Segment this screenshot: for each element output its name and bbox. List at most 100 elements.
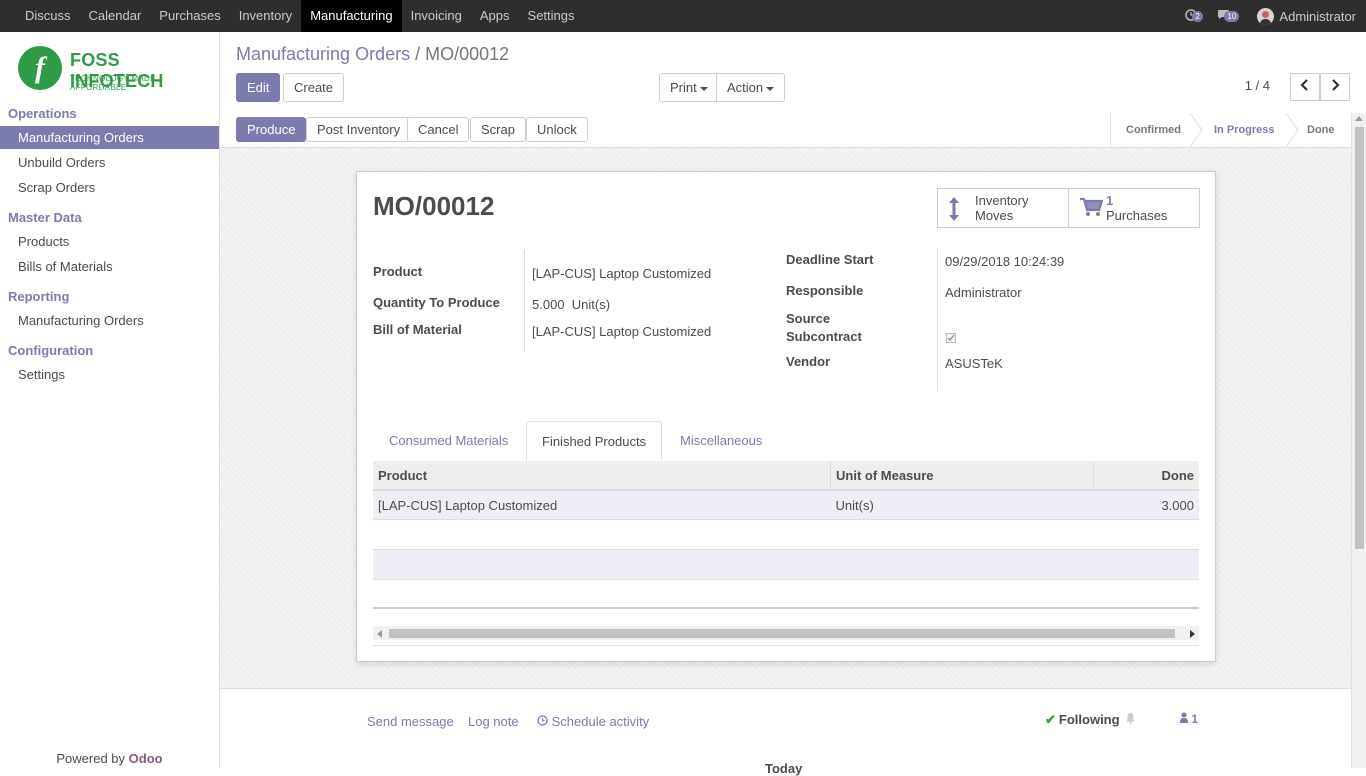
messages-icon[interactable]: 10 bbox=[1217, 9, 1240, 23]
produce-button[interactable]: Produce bbox=[236, 117, 307, 142]
purchases-count: 1 bbox=[1106, 193, 1114, 208]
scrap-button[interactable]: Scrap bbox=[470, 117, 526, 142]
scroll-thumb[interactable] bbox=[389, 629, 1175, 638]
activity-icon[interactable]: 2 bbox=[1185, 9, 1203, 23]
right-group-divider bbox=[937, 250, 938, 391]
powered-by-label: Powered by bbox=[56, 751, 126, 766]
breadcrumb-current: MO/00012 bbox=[425, 44, 510, 64]
responsible-field[interactable]: Administrator bbox=[945, 285, 1022, 300]
sidebar-section-configuration: Configuration bbox=[8, 343, 94, 358]
logo-mark: f bbox=[18, 46, 62, 90]
product-field[interactable]: [LAP-CUS] Laptop Customized bbox=[532, 266, 711, 281]
odoo-link[interactable]: Odoo bbox=[129, 751, 163, 766]
menu-manufacturing[interactable]: Manufacturing bbox=[301, 0, 402, 32]
scroll-right-arrow[interactable] bbox=[1190, 630, 1195, 638]
user-avatar[interactable] bbox=[1257, 7, 1275, 25]
clock-icon bbox=[537, 715, 548, 726]
menu-apps[interactable]: Apps bbox=[471, 0, 519, 32]
sidebar-item-manufacturing-orders[interactable]: Manufacturing Orders bbox=[0, 126, 219, 149]
cell-product[interactable]: [LAP-CUS] Laptop Customized bbox=[373, 490, 831, 520]
menu-calendar[interactable]: Calendar bbox=[80, 0, 151, 32]
horizontal-scrollbar[interactable] bbox=[373, 607, 1199, 646]
log-note-button[interactable]: Log note bbox=[468, 714, 519, 729]
print-label: Print bbox=[670, 80, 697, 95]
menu-inventory[interactable]: Inventory bbox=[230, 0, 301, 32]
quantity-field[interactable]: 5.000 Unit(s) bbox=[532, 297, 610, 312]
tab-miscellaneous[interactable]: Miscellaneous bbox=[665, 421, 777, 461]
company-logo[interactable]: f FOSS INFOTECH TECHNOLOGY MADE AFFORDAB… bbox=[18, 44, 208, 92]
following-button[interactable]: ✔ Following bbox=[1045, 712, 1120, 728]
user-icon bbox=[1180, 712, 1188, 723]
record-title: MO/00012 bbox=[373, 191, 495, 221]
unlock-button[interactable]: Unlock bbox=[526, 117, 588, 142]
bell-icon[interactable] bbox=[1125, 712, 1136, 727]
table-header-row: Product Unit of Measure Done bbox=[373, 461, 1199, 491]
powered-by: Powered by Odoo bbox=[0, 751, 219, 766]
sidebar-item-reporting-manufacturing-orders[interactable]: Manufacturing Orders bbox=[0, 309, 219, 332]
notebook-tabs: Consumed Materials Finished Products Mis… bbox=[373, 421, 1199, 462]
breadcrumb-parent[interactable]: Manufacturing Orders bbox=[236, 44, 410, 64]
cancel-button[interactable]: Cancel bbox=[407, 117, 470, 142]
scroll-left-arrow[interactable] bbox=[377, 630, 382, 638]
tab-consumed-materials[interactable]: Consumed Materials bbox=[374, 421, 523, 461]
action-dropdown[interactable]: Action bbox=[716, 73, 786, 102]
scroll-thumb[interactable] bbox=[1355, 127, 1364, 549]
today-separator: Today bbox=[765, 761, 803, 776]
column-product[interactable]: Product bbox=[373, 461, 831, 491]
inventory-moves-button[interactable]: Inventory Moves bbox=[937, 188, 1069, 228]
scroll-up-arrow[interactable] bbox=[1355, 116, 1363, 121]
chevron-right-icon bbox=[1332, 79, 1340, 91]
sidebar: f FOSS INFOTECH TECHNOLOGY MADE AFFORDAB… bbox=[0, 32, 220, 768]
bom-field[interactable]: [LAP-CUS] Laptop Customized bbox=[532, 324, 711, 339]
scroll-track[interactable] bbox=[373, 626, 1199, 640]
edit-button[interactable]: Edit bbox=[236, 73, 281, 102]
followers-button[interactable]: 1 bbox=[1180, 712, 1198, 726]
pager-next-button[interactable] bbox=[1320, 73, 1350, 101]
post-inventory-button[interactable]: Post Inventory bbox=[306, 117, 412, 142]
form-statusbar: Produce Post Inventory Cancel Scrap Unlo… bbox=[220, 113, 1366, 148]
table-row[interactable]: [LAP-CUS] Laptop Customized Unit(s) 3.00… bbox=[373, 490, 1199, 520]
sidebar-item-settings[interactable]: Settings bbox=[0, 363, 219, 386]
breadcrumb-separator: / bbox=[415, 44, 421, 64]
cell-done[interactable]: 3.000 bbox=[1093, 490, 1199, 520]
deadline-label: Deadline Start bbox=[786, 252, 874, 267]
schedule-activity-button[interactable]: Schedule activity bbox=[537, 714, 649, 729]
sidebar-section-master-data: Master Data bbox=[8, 210, 82, 225]
top-navbar: Discuss Calendar Purchases Inventory Man… bbox=[0, 0, 1366, 32]
user-menu[interactable]: Administrator bbox=[1279, 9, 1356, 24]
sidebar-item-products[interactable]: Products bbox=[0, 230, 219, 253]
send-message-button[interactable]: Send message bbox=[367, 714, 454, 729]
deadline-field[interactable]: 09/29/2018 10:24:39 bbox=[945, 254, 1064, 269]
status-done[interactable]: Done bbox=[1307, 113, 1335, 147]
column-unit-of-measure[interactable]: Unit of Measure bbox=[830, 461, 1094, 491]
pager-previous-button[interactable] bbox=[1290, 73, 1320, 101]
source-subcontract-label: Source Subcontract bbox=[786, 311, 862, 344]
quantity-label: Quantity To Produce bbox=[373, 295, 500, 310]
menu-discuss[interactable]: Discuss bbox=[16, 0, 80, 32]
breadcrumb: Manufacturing Orders / MO/00012 bbox=[236, 44, 509, 65]
status-in-progress[interactable]: In Progress bbox=[1214, 113, 1275, 147]
sidebar-item-scrap-orders[interactable]: Scrap Orders bbox=[0, 176, 219, 199]
systray: 2 10 Administrator bbox=[1185, 0, 1356, 32]
chevron-left-icon bbox=[1300, 79, 1308, 91]
cell-uom[interactable]: Unit(s) bbox=[830, 490, 1094, 520]
print-dropdown[interactable]: Print bbox=[659, 73, 719, 102]
bom-label: Bill of Material bbox=[373, 322, 462, 337]
menu-settings[interactable]: Settings bbox=[519, 0, 584, 32]
create-button[interactable]: Create bbox=[283, 73, 345, 102]
status-confirmed[interactable]: Confirmed bbox=[1126, 113, 1181, 147]
check-icon: ✔ bbox=[1045, 712, 1056, 727]
empty-table-row bbox=[373, 549, 1199, 580]
sidebar-item-unbuild-orders[interactable]: Unbuild Orders bbox=[0, 151, 219, 174]
menu-purchases[interactable]: Purchases bbox=[150, 0, 229, 32]
vendor-field[interactable]: ASUSTeK bbox=[945, 356, 1003, 371]
menu-invoicing[interactable]: Invoicing bbox=[402, 0, 471, 32]
column-done[interactable]: Done bbox=[1093, 461, 1199, 491]
vertical-scrollbar[interactable] bbox=[1351, 113, 1366, 768]
pager-value[interactable]: 1 / 4 bbox=[1245, 78, 1270, 93]
purchases-button[interactable]: 1 Purchases bbox=[1068, 188, 1200, 228]
tab-finished-products[interactable]: Finished Products bbox=[526, 421, 663, 462]
subcontract-checkbox[interactable] bbox=[946, 333, 956, 343]
sidebar-item-bills-of-materials[interactable]: Bills of Materials bbox=[0, 255, 219, 278]
checkmark-icon bbox=[947, 334, 955, 342]
